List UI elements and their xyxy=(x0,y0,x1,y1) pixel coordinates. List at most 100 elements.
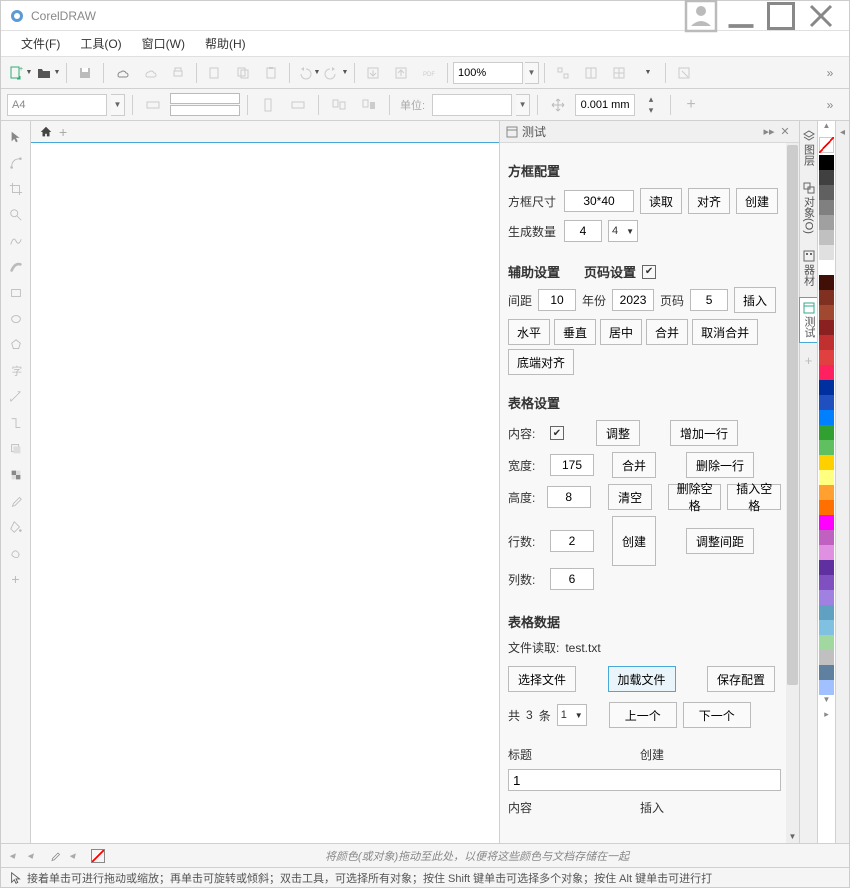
color-swatch[interactable] xyxy=(819,290,834,305)
color-swatch[interactable] xyxy=(819,545,834,560)
grid-button[interactable] xyxy=(606,60,632,86)
color-swatch[interactable] xyxy=(819,515,834,530)
ins-space-button[interactable]: 插入空格 xyxy=(727,484,781,510)
pdf-button[interactable]: PDF xyxy=(416,60,442,86)
unmerge-button[interactable]: 取消合并 xyxy=(692,319,758,345)
del-space-button[interactable]: 删除空格 xyxy=(668,484,722,510)
color-swatch[interactable] xyxy=(819,530,834,545)
pick-tool[interactable] xyxy=(4,125,28,149)
color-swatch[interactable] xyxy=(819,320,834,335)
dim-w-button[interactable] xyxy=(140,92,166,118)
home-tab-icon[interactable] xyxy=(37,123,55,141)
color-swatch[interactable] xyxy=(819,590,834,605)
collapsed-arrow-icon[interactable]: ◂ xyxy=(840,127,845,138)
page-h-input[interactable] xyxy=(170,105,240,116)
menu-file[interactable]: 文件(F) xyxy=(11,35,70,52)
page-prev-icon[interactable]: ◂ xyxy=(27,849,41,863)
color-swatch[interactable] xyxy=(819,680,834,695)
gen-count-input[interactable] xyxy=(564,220,602,242)
color-swatch[interactable] xyxy=(819,305,834,320)
merge2-button[interactable]: 合并 xyxy=(612,452,656,478)
text-tool[interactable]: 字 xyxy=(4,359,28,383)
gen-count-dropdown[interactable]: 4▼ xyxy=(608,220,638,242)
color-swatch[interactable] xyxy=(819,575,834,590)
undo-button[interactable]: ▼ xyxy=(295,60,321,86)
title-input[interactable] xyxy=(508,769,781,791)
import-button[interactable] xyxy=(360,60,386,86)
color-swatch[interactable] xyxy=(819,470,834,485)
eyedropper-icon[interactable] xyxy=(49,850,61,862)
cloud-user-icon[interactable] xyxy=(681,2,721,30)
save-button[interactable] xyxy=(72,60,98,86)
color-swatch[interactable] xyxy=(819,410,834,425)
shape-tool[interactable] xyxy=(4,151,28,175)
smart-fill-tool[interactable] xyxy=(4,541,28,565)
pageno-checkbox[interactable]: ✔ xyxy=(642,265,656,279)
color-swatch[interactable] xyxy=(819,155,834,170)
create2-button[interactable]: 创建 xyxy=(612,516,656,566)
copy-button[interactable] xyxy=(230,60,256,86)
palette-down-icon[interactable]: ▼ xyxy=(818,695,835,709)
color-swatch[interactable] xyxy=(819,500,834,515)
next-button[interactable]: 下一个 xyxy=(683,702,751,728)
launch-button[interactable] xyxy=(671,60,697,86)
cloud-button[interactable] xyxy=(109,60,135,86)
vert-button[interactable]: 垂直 xyxy=(554,319,596,345)
color-swatch[interactable] xyxy=(819,665,834,680)
color-swatch[interactable] xyxy=(819,485,834,500)
color-swatch[interactable] xyxy=(819,200,834,215)
choose-file-button[interactable]: 选择文件 xyxy=(508,666,576,692)
color-swatch[interactable] xyxy=(819,230,834,245)
export-button[interactable] xyxy=(388,60,414,86)
center-button[interactable]: 居中 xyxy=(600,319,642,345)
color-swatch[interactable] xyxy=(819,560,834,575)
units-select[interactable] xyxy=(432,94,512,116)
canvas[interactable] xyxy=(31,143,499,843)
box-size-input[interactable] xyxy=(564,190,634,212)
page-first-icon[interactable]: ◂ xyxy=(9,849,23,863)
snap-button[interactable] xyxy=(550,60,576,86)
page-w-input[interactable] xyxy=(170,93,240,104)
palette-up-icon[interactable]: ▲ xyxy=(818,121,835,135)
clear-button[interactable]: 清空 xyxy=(608,484,652,510)
zoom-input[interactable]: 100% xyxy=(453,62,523,84)
color-swatch[interactable] xyxy=(819,380,834,395)
width-input[interactable] xyxy=(550,454,594,476)
crop-tool[interactable] xyxy=(4,177,28,201)
cut-button[interactable] xyxy=(202,60,228,86)
paste-button[interactable] xyxy=(258,60,284,86)
zoom-tool[interactable] xyxy=(4,203,28,227)
zoom-dropdown[interactable]: ▼ xyxy=(525,62,539,84)
maximize-button[interactable] xyxy=(761,2,801,30)
color-swatch[interactable] xyxy=(819,260,834,275)
record-select[interactable]: 1▼ xyxy=(557,704,587,726)
docker-close-icon[interactable]: ✕ xyxy=(777,124,793,140)
color-swatch[interactable] xyxy=(819,440,834,455)
tab-test[interactable]: 测试 xyxy=(798,297,819,343)
eyedropper-tool[interactable] xyxy=(4,489,28,513)
menu-tools[interactable]: 工具(O) xyxy=(70,35,131,52)
add-row-button[interactable]: 增加一行 xyxy=(670,420,738,446)
color-swatch[interactable] xyxy=(819,650,834,665)
open-button[interactable]: ▼ xyxy=(35,60,61,86)
cloud-up-button[interactable] xyxy=(137,60,163,86)
nudge-stepper[interactable]: ▴▾ xyxy=(639,94,663,116)
color-swatch[interactable] xyxy=(819,365,834,380)
load-file-button[interactable]: 加载文件 xyxy=(608,666,676,692)
add-tool-button[interactable]: + xyxy=(4,567,28,591)
year-input[interactable] xyxy=(612,289,654,311)
color-swatch[interactable] xyxy=(819,215,834,230)
add-tab-button[interactable]: + xyxy=(59,124,75,140)
drop-shadow-tool[interactable] xyxy=(4,437,28,461)
parallel-dim-tool[interactable] xyxy=(4,385,28,409)
align-button[interactable]: 对齐 xyxy=(688,188,730,214)
save-config-button[interactable]: 保存配置 xyxy=(707,666,775,692)
menu-help[interactable]: 帮助(H) xyxy=(195,35,256,52)
portrait-button[interactable] xyxy=(255,92,281,118)
palette-menu-icon[interactable]: ▸ xyxy=(818,709,835,723)
color-swatch[interactable] xyxy=(819,245,834,260)
color-swatch[interactable] xyxy=(819,350,834,365)
rows-input[interactable] xyxy=(550,530,594,552)
color-swatch[interactable] xyxy=(819,170,834,185)
palette-nav-icon[interactable]: ◂ xyxy=(69,849,83,863)
